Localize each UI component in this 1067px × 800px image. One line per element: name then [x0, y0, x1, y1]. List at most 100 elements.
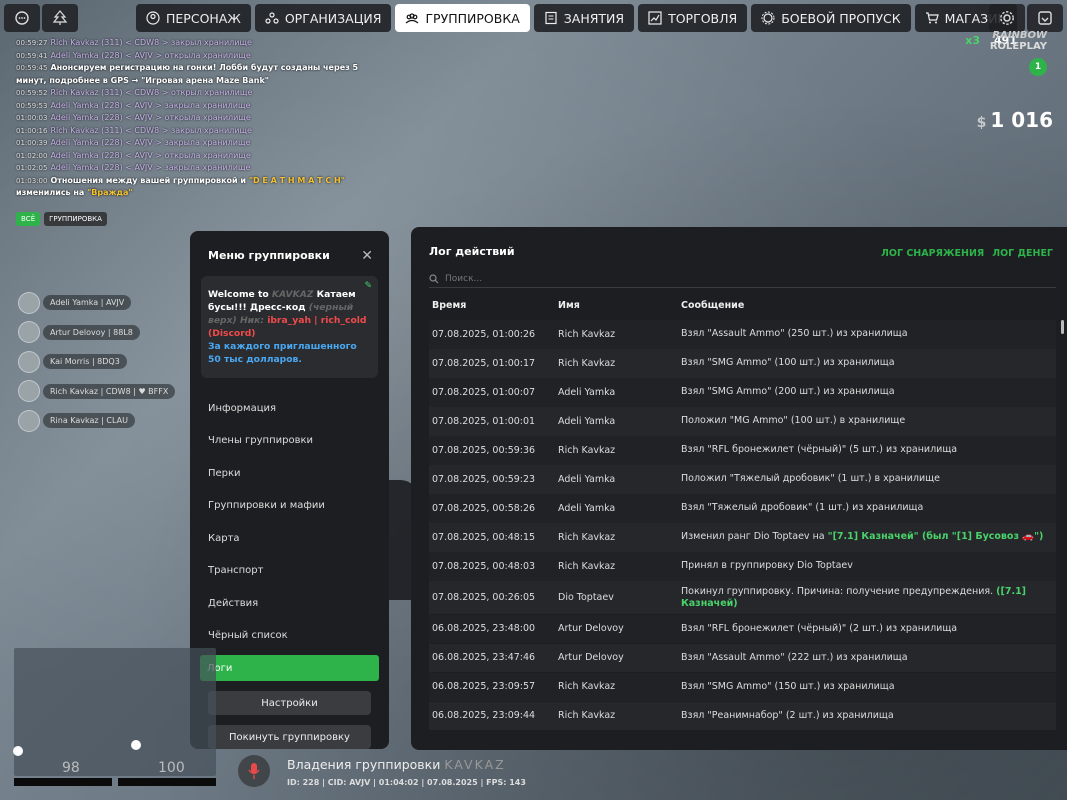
- chat-button[interactable]: [4, 4, 40, 32]
- cell-name: Rich Kavkaz: [558, 531, 616, 543]
- cell-message: Взял "SMG Ammo" (100 шт.) из хранилища: [681, 357, 895, 369]
- menu-item[interactable]: Группировки и мафии: [201, 490, 378, 523]
- tab-trade[interactable]: ТОРГОВЛЯ: [638, 4, 748, 32]
- table-row: 07.08.2025, 01:00:01 Adeli Yamka Положил "…: [429, 407, 1056, 436]
- tab-label: ЗАНЯТИЯ: [563, 10, 625, 26]
- cell-time: 06.08.2025, 23:09:44: [432, 710, 536, 722]
- settings-button[interactable]: Настройки: [208, 691, 371, 715]
- menu-item[interactable]: Чёрный список: [201, 620, 378, 653]
- cell-name: Rich Kavkaz: [558, 710, 616, 722]
- money-log-link[interactable]: ЛОГ ДЕНЕГ: [992, 248, 1053, 259]
- tab-label: БОЕВОЙ ПРОПУСК: [781, 10, 901, 26]
- table-row: 07.08.2025, 01:00:17 Rich Kavkaz Взял "SMG…: [429, 349, 1056, 378]
- cell-name: Rich Kavkaz: [558, 357, 616, 369]
- chat-text: Rich Kavkaz (311) < CDW8 > закрыл хранил…: [50, 38, 252, 47]
- menu-items: Информация Члены группировки Перки Группиро…: [200, 392, 379, 681]
- chat-text: Adeli Yamka (228) < AVJV > закрыла храни…: [50, 100, 251, 110]
- chat-tab-all[interactable]: ВСЁ: [16, 212, 41, 226]
- table-row: 06.08.2025, 23:09:57 Rich Kavkaz Взял "SMG…: [429, 672, 1056, 701]
- cell-message: Взял "SMG Ammo" (200 шт.) из хранилища: [681, 386, 895, 398]
- chat-tabs: ВСЁ ГРУППИРОВКА: [16, 212, 107, 226]
- cell-message: Взял "Assault Ammo" (250 шт.) из хранили…: [681, 328, 908, 340]
- exit-button[interactable]: [1027, 4, 1063, 32]
- chat-line: 00:59:27 Rich Kavkaz (311) < CDW8 > закры…: [16, 37, 386, 50]
- search-input[interactable]: [445, 273, 645, 284]
- close-icon[interactable]: ✕: [361, 248, 373, 264]
- cell-name: Adeli Yamka: [558, 386, 616, 398]
- chat-line: 00:59:53 Adeli Yamka (228) < AVJV > закры…: [16, 100, 386, 113]
- chat-line: 01:02:05 Adeli Yamka (228) < AVJV > закры…: [16, 162, 386, 175]
- menu-item[interactable]: Действия: [201, 587, 378, 620]
- zone-label: Владения группировки: [287, 757, 441, 772]
- tree-icon: [52, 10, 68, 25]
- chat-line: 00:59:41 Adeli Yamka (228) < AVJV > откры…: [16, 50, 386, 63]
- edit-icon[interactable]: ✎: [364, 280, 372, 293]
- menu-item[interactable]: Информация: [201, 392, 378, 425]
- motd-text: Welcome to: [208, 289, 272, 300]
- settings-button[interactable]: [989, 4, 1025, 32]
- chat-line: 01:00:03 Adeli Yamka (228) < AVJV > откры…: [16, 112, 386, 125]
- menu-item[interactable]: Транспорт: [201, 555, 378, 588]
- map-marker: [131, 740, 141, 750]
- scrollbar[interactable]: [1061, 320, 1064, 334]
- table-row: 07.08.2025, 00:48:03 Rich Kavkaz Принял в …: [429, 552, 1056, 581]
- logo-line2: ROLEPLAY: [989, 41, 1047, 52]
- tab-gang[interactable]: ГРУППИРОВКА: [395, 4, 530, 32]
- avatar: [18, 321, 40, 344]
- voice-chat[interactable]: [238, 755, 270, 787]
- cell-message: Положил "Тяжелый дробовик" (1 шт.) в хра…: [681, 473, 940, 485]
- chat-log: 00:59:27 Rich Kavkaz (311) < CDW8 > закры…: [16, 37, 386, 200]
- menu-title: Меню группировки: [208, 249, 330, 262]
- menu-item[interactable]: Карта: [201, 522, 378, 555]
- menu-item[interactable]: Члены группировки: [201, 425, 378, 458]
- cell-message: Изменил ранг Dio Toptaev на "[7.1] Казна…: [681, 531, 1056, 543]
- chat-time: 01:02:05: [16, 164, 48, 172]
- cell-name: Adeli Yamka: [558, 502, 616, 514]
- tab-activities[interactable]: ЗАНЯТИЯ: [533, 4, 635, 32]
- cell-message: Взял "Assault Ammo" (222 шт.) из хранили…: [681, 651, 908, 663]
- chat-time: 00:59:53: [16, 101, 48, 110]
- menu-item[interactable]: Перки: [201, 457, 378, 490]
- equipment-log-link[interactable]: ЛОГ СНАРЯЖЕНИЯ: [881, 248, 984, 259]
- gang-announcement: ✎ Welcome to KAVKAZ Катаем бусы!!! Дресс…: [201, 276, 378, 378]
- cart-icon: [925, 12, 939, 24]
- chat-time: 00:59:27: [16, 39, 48, 47]
- server-logo: RAINBOW ROLEPLAY 1: [987, 30, 1047, 76]
- player-entry: Artur Delovoy | 88L8: [18, 318, 175, 348]
- chat-time: 01:00:39: [16, 139, 48, 147]
- table-row: 07.08.2025, 00:59:36 Rich Kavkaz Взял "RFL…: [429, 436, 1056, 465]
- menu-item[interactable]: Логи: [200, 655, 379, 681]
- status-bars: [14, 778, 216, 786]
- table-row: 06.08.2025, 23:48:00 Artur Delovoy Взял "R…: [429, 614, 1056, 643]
- table-row: 07.08.2025, 00:58:26 Adeli Yamka Взял "Тяж…: [429, 494, 1056, 523]
- cell-time: 07.08.2025, 01:00:26: [432, 328, 536, 340]
- table-row: 07.08.2025, 00:48:15 Rich Kavkaz Изменил р…: [429, 523, 1056, 552]
- chat-time: 01:03:00: [16, 176, 48, 185]
- message-text: Изменил ранг Dio Toptaev на: [681, 531, 828, 543]
- chat-bubble-icon: [15, 11, 29, 25]
- tab-organization[interactable]: ОРГАНИЗАЦИЯ: [254, 4, 392, 32]
- tab-character[interactable]: ПЕРСОНАЖ: [136, 4, 251, 32]
- chat-text: Rich Kavkaz (311) < CDW8 > закрыл хранил…: [50, 125, 252, 135]
- tab-battle-pass[interactable]: БОЕВОЙ ПРОПУСК: [751, 4, 911, 32]
- gear-icon: [1000, 11, 1014, 25]
- cell-message: Положил "MG Ammo" (100 шт.) в хранилище: [681, 415, 906, 427]
- leave-gang-button[interactable]: Покинуть группировку: [208, 725, 371, 749]
- message-highlight: "[7.1] Казначей" (был "[1] Бусовоз 🚗"): [827, 531, 1044, 543]
- chat-tab-group[interactable]: ГРУППИРОВКА: [44, 212, 107, 226]
- table-header: Время Имя Сообщение: [429, 300, 1056, 314]
- col-time: Время: [432, 300, 467, 311]
- cell-time: 07.08.2025, 00:48:15: [432, 531, 536, 543]
- search-icon: [429, 273, 439, 283]
- player-name: Rich Kavkaz | CDW8 | ♥ BFFX: [43, 383, 176, 399]
- player-name: Adeli Yamka | AVJV: [43, 295, 132, 311]
- tab-label: ОРГАНИЗАЦИЯ: [284, 10, 382, 26]
- money-display: $1 016: [977, 108, 1053, 132]
- group-icon: [406, 13, 419, 24]
- cell-name: Dio Toptaev: [558, 592, 614, 603]
- motd-reward: За каждого приглашенного 50 тыс долларов…: [208, 341, 357, 365]
- chat-text: Adeli Yamka (228) < AVJV > закрыла храни…: [50, 138, 251, 147]
- cell-time: 07.08.2025, 00:59:36: [432, 444, 536, 456]
- chat-time: 00:59:45: [16, 64, 48, 72]
- skills-button[interactable]: [42, 4, 78, 32]
